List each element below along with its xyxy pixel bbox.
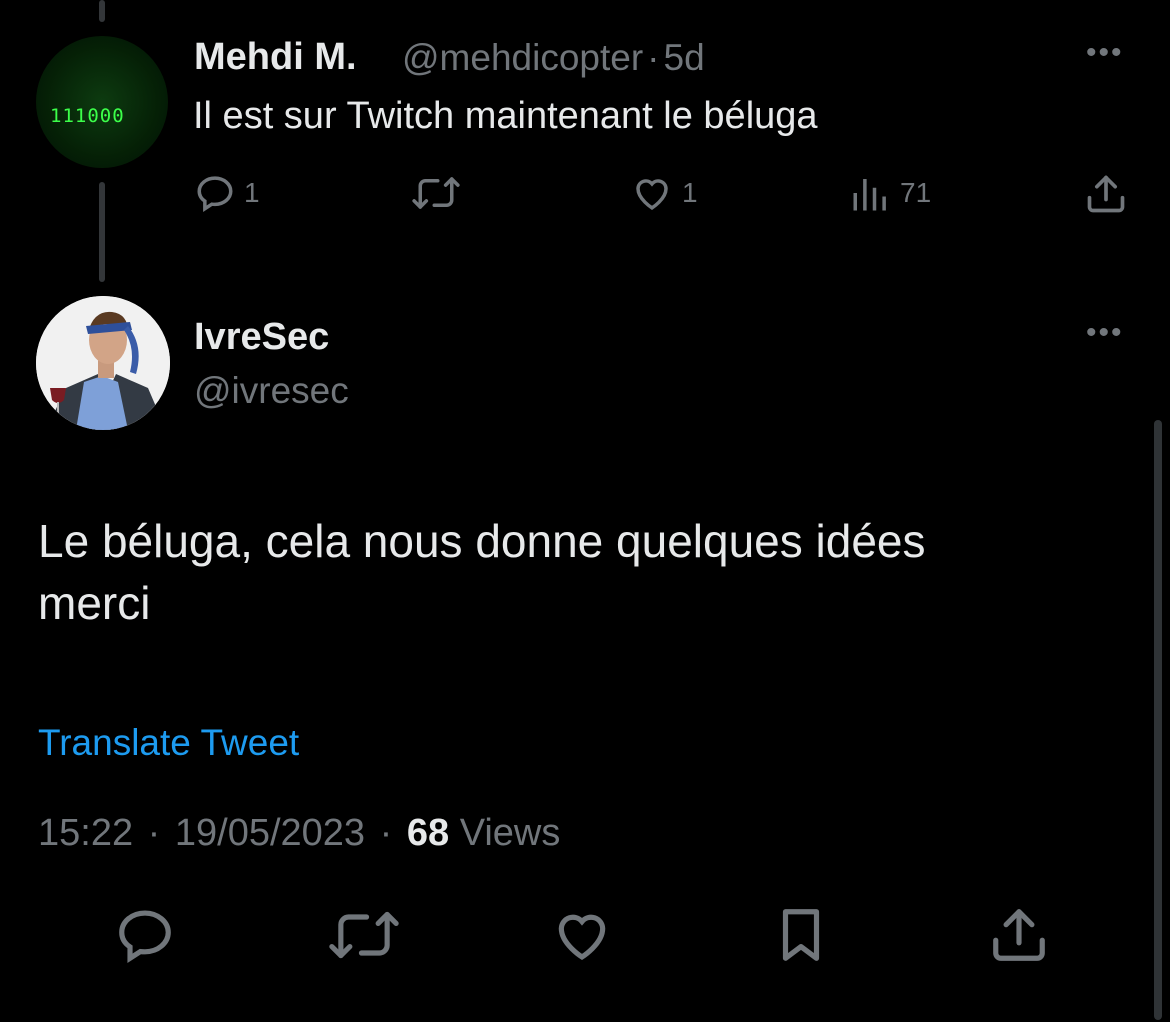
thread-line-top [99,0,105,22]
thread-line [99,182,105,282]
avatar-matrix-text: 111000 10001111 000111 [50,105,125,127]
tweet-meta: 15:22 · 19/05/2023 · 68 Views [38,812,560,855]
reply-button[interactable] [114,904,176,966]
tweet-time[interactable]: 15:22 [38,812,133,854]
reply-count: 1 [244,177,260,208]
view-count: 71 [900,177,932,208]
retweet-icon [412,177,460,209]
retweet-button[interactable] [410,172,462,214]
views-count: 68 [406,812,450,854]
scrollbar[interactable] [1154,420,1162,1020]
author-handle: @mehdicopter [402,37,644,78]
author-name[interactable]: Mehdi M. [194,36,357,79]
like-button[interactable] [550,904,614,966]
share-button[interactable] [988,904,1050,966]
bookmark-icon [782,909,820,961]
separator: · [147,812,161,854]
retweet-icon [329,911,399,959]
retweet-button[interactable] [328,904,400,966]
heart-icon [636,179,668,210]
views-label: Views [459,812,561,854]
more-options-icon[interactable]: ••• [1086,36,1124,70]
views-button[interactable]: 71 [850,172,931,214]
tweet-body-line: Le béluga, cela nous donne quelques idée… [38,515,926,567]
author-name[interactable]: IvreSec [194,316,329,359]
heart-icon [558,914,606,961]
reply-button[interactable]: 1 [194,172,260,214]
bookmark-button[interactable] [770,904,832,966]
tweet-text: Il est sur Twitch maintenant le béluga [193,95,818,137]
avatar-ivresec[interactable] [36,296,170,430]
avatar-mehdi[interactable]: 111000 10001111 000111 [36,36,168,168]
author-handle-line[interactable]: @mehdicopter · 5d [402,37,705,79]
like-button[interactable]: 1 [630,172,698,214]
reply-icon [197,176,233,212]
share-icon [993,909,1045,961]
share-icon [1087,175,1125,213]
separator: · [647,37,660,78]
author-handle[interactable]: @ivresec [194,370,349,412]
like-count: 1 [682,177,698,208]
share-button[interactable] [1084,172,1128,216]
tweet-age: 5d [663,37,705,78]
avatar-portrait [36,296,170,430]
views-icon [853,179,886,211]
tweet-date[interactable]: 19/05/2023 [175,812,365,854]
reply-icon [119,910,171,964]
tweet-body: Le béluga, cela nous donne quelques idée… [38,510,1098,634]
translate-tweet-link[interactable]: Translate Tweet [38,722,299,764]
more-options-icon[interactable]: ••• [1086,316,1124,350]
tweet-body-line: merci [38,577,151,629]
separator: · [379,812,393,854]
